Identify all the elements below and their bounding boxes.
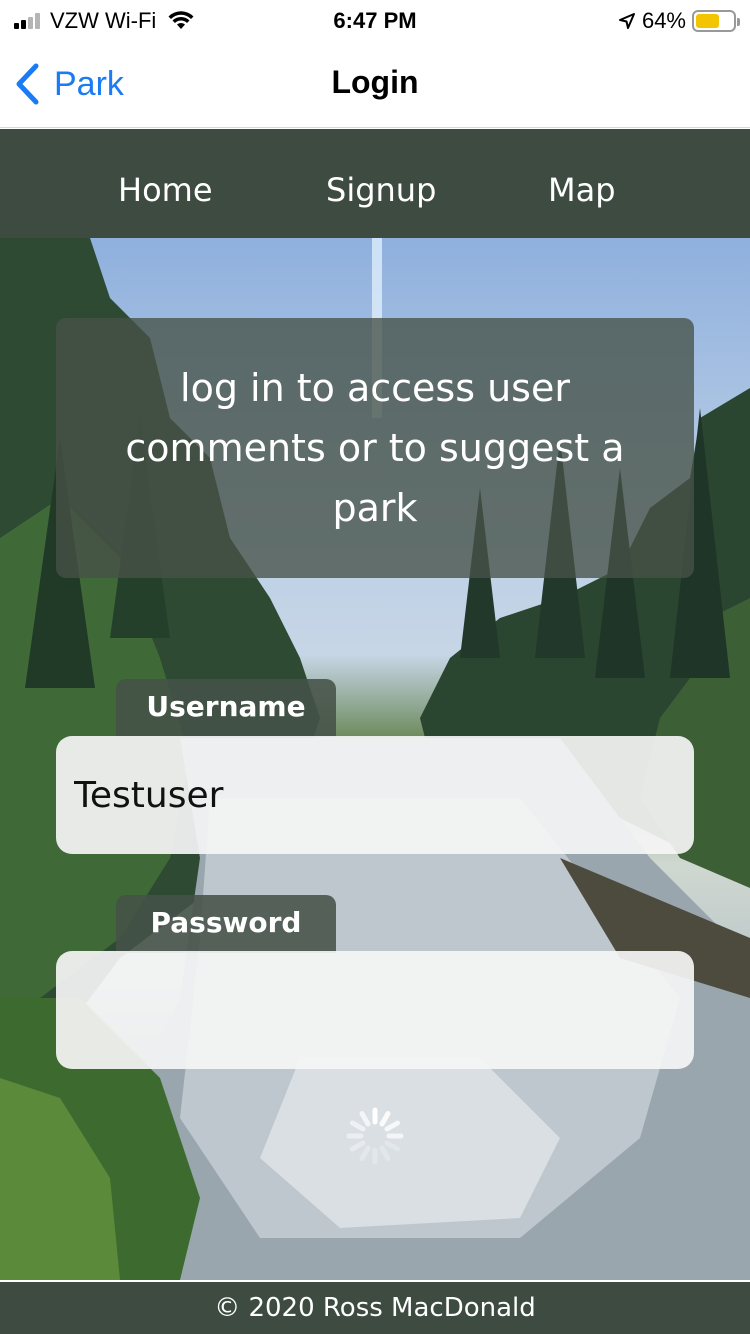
battery-icon [692, 10, 740, 32]
site-menu: Home Signup Map [0, 129, 750, 238]
footer: © 2020 Ross MacDonald [0, 1280, 750, 1334]
username-input[interactable] [56, 736, 694, 854]
status-bar: VZW Wi-Fi 6:47 PM 64% [0, 0, 750, 40]
username-label: Username [116, 679, 336, 737]
page-title: Login [331, 64, 419, 100]
battery-percent: 64% [641, 8, 686, 33]
location-arrow-icon [618, 13, 635, 29]
password-input[interactable] [56, 951, 694, 1069]
login-intro-panel: log in to access user comments or to sug… [56, 318, 694, 578]
login-intro-text: log in to access user comments or to sug… [125, 366, 625, 530]
nav-link-home[interactable]: Home [118, 171, 213, 209]
password-label: Password [116, 895, 336, 953]
status-right: 64% [618, 8, 740, 34]
nav-link-signup[interactable]: Signup [326, 171, 436, 209]
copyright-text: © 2020 Ross MacDonald [214, 1293, 536, 1323]
loading-spinner-icon [346, 1107, 404, 1165]
navigation-bar: Park Login [0, 40, 750, 128]
nav-link-map[interactable]: Map [548, 171, 616, 209]
battery-level [696, 14, 720, 28]
